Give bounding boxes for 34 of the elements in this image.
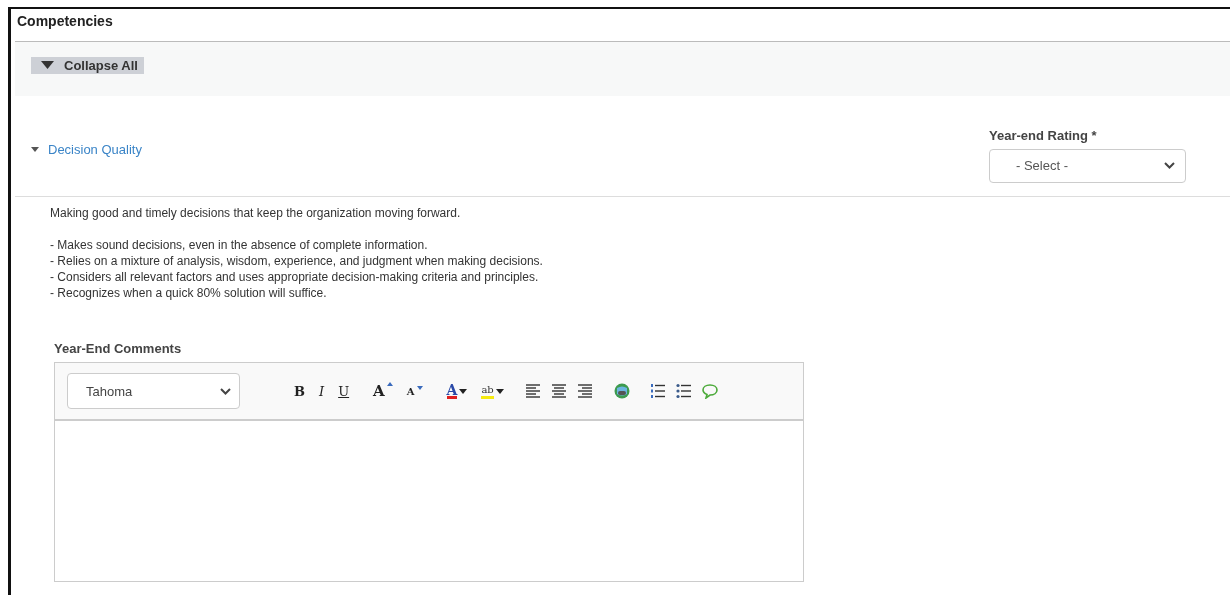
behavior-item: - Considers all relevant factors and uses appropriate decision-making criteria and principles. [50, 269, 540, 285]
rating-select[interactable]: - Select - [989, 148, 1186, 183]
align-center-icon[interactable] [551, 383, 568, 399]
font-select[interactable]: Tahoma [67, 373, 240, 409]
highlight-button[interactable]: ab [479, 383, 506, 399]
chevron-down-icon [1164, 162, 1175, 169]
description-text: Making good and timely decisions that keep the organization moving forward. [50, 205, 462, 221]
bullet-list-icon[interactable] [675, 383, 692, 399]
comments-label: Year-End Comments [54, 341, 183, 356]
collapse-all-button[interactable]: Collapse All [31, 56, 144, 74]
bold-button[interactable]: B [292, 383, 307, 399]
caret-icon [459, 388, 468, 394]
comments-editor[interactable]: Tahoma B I U A A A ab [54, 362, 804, 582]
globe-icon[interactable] [613, 383, 630, 399]
font-color-button[interactable]: A [444, 383, 470, 399]
rating-label: Year-end Rating * [989, 127, 1098, 143]
grow-font-button[interactable]: A [371, 382, 395, 400]
numbered-list-icon[interactable] [649, 383, 666, 399]
competency-link[interactable]: Decision Quality [15, 141, 142, 157]
caret-down-icon [31, 146, 39, 152]
shrink-font-button[interactable]: A [404, 385, 425, 397]
behavior-item: - Recognizes when a quick 80% solution will suffice. [50, 285, 328, 301]
caret-down-icon [416, 385, 423, 390]
caret-up-icon [386, 382, 393, 386]
caret-icon [495, 388, 504, 394]
underline-button[interactable]: U [336, 383, 352, 399]
italic-button[interactable]: I [317, 383, 327, 399]
align-right-icon[interactable] [577, 383, 594, 399]
caret-icon [41, 61, 54, 69]
behavior-item: - Makes sound decisions, even in the absence of complete information. [50, 237, 429, 253]
chevron-down-icon [220, 387, 231, 395]
align-left-icon[interactable] [525, 383, 542, 399]
behavior-item: - Relies on a mixture of analysis, wisdom, experience, and judgment when making decisions. [50, 253, 544, 269]
speech-bubble-icon[interactable] [701, 383, 718, 399]
